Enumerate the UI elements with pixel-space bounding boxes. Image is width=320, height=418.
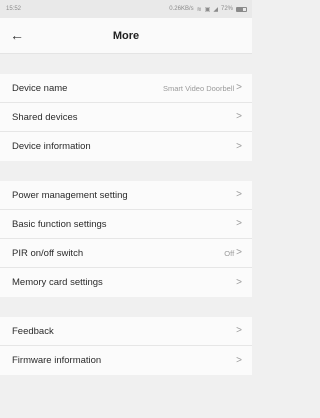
row-device-information[interactable]: Device information > bbox=[0, 132, 252, 161]
row-firmware-information[interactable]: Firmware information > bbox=[0, 346, 252, 375]
settings-group-support: Feedback > Firmware information > bbox=[0, 317, 252, 375]
row-label: Basic function settings bbox=[12, 218, 107, 230]
settings-group-functions: Power management setting > Basic functio… bbox=[0, 181, 252, 297]
sim-icon: ▣ bbox=[204, 6, 211, 13]
battery-fill bbox=[237, 7, 244, 11]
chevron-right-icon: > bbox=[236, 140, 242, 152]
row-label: Memory card settings bbox=[12, 277, 103, 288]
row-memory-card-settings[interactable]: Memory card settings > bbox=[0, 268, 252, 297]
row-label: PIR on/off switch bbox=[12, 247, 84, 259]
wifi-icon: ≋ bbox=[196, 6, 202, 13]
row-label: Device name bbox=[12, 82, 68, 94]
row-value: Smart Video Doorbell bbox=[163, 83, 235, 93]
status-time: 15:52 bbox=[6, 6, 22, 12]
chevron-right-icon: > bbox=[236, 189, 242, 200]
net-speed: 0.26KB/s bbox=[169, 6, 194, 12]
status-indicators: 0.26KB/s ≋ ▣ ◢ 72% bbox=[169, 6, 247, 13]
row-label: Power management setting bbox=[12, 189, 128, 201]
section-divider bbox=[0, 161, 252, 181]
chevron-right-icon: > bbox=[236, 82, 242, 93]
row-label: Firmware information bbox=[12, 355, 102, 366]
chevron-right-icon: > bbox=[236, 276, 242, 288]
row-label: Feedback bbox=[12, 325, 54, 337]
row-device-name[interactable]: Device name Smart Video Doorbell > bbox=[0, 74, 252, 103]
chevron-right-icon: > bbox=[236, 247, 242, 258]
row-label: Shared devices bbox=[12, 111, 78, 123]
row-shared-devices[interactable]: Shared devices > bbox=[0, 103, 252, 132]
chevron-right-icon: > bbox=[236, 325, 242, 336]
back-arrow-icon[interactable]: ← bbox=[10, 26, 24, 44]
chevron-right-icon: > bbox=[236, 111, 242, 122]
chevron-right-icon: > bbox=[236, 218, 242, 229]
battery-percent: 72% bbox=[220, 6, 233, 12]
page-title: More bbox=[112, 29, 140, 42]
row-feedback[interactable]: Feedback > bbox=[0, 317, 252, 346]
settings-group-device: Device name Smart Video Doorbell > Shared… bbox=[0, 74, 252, 161]
status-bar: 15:52 0.26KB/s ≋ ▣ ◢ 72% bbox=[0, 0, 252, 18]
battery-icon bbox=[236, 6, 247, 12]
section-divider bbox=[0, 297, 252, 317]
chevron-right-icon: > bbox=[236, 354, 242, 366]
row-value: Off bbox=[224, 248, 235, 258]
signal-icon: ◢ bbox=[213, 6, 218, 13]
row-power-management[interactable]: Power management setting > bbox=[0, 181, 252, 210]
header: ← More bbox=[0, 18, 252, 54]
section-divider bbox=[0, 54, 252, 74]
row-label: Device information bbox=[12, 141, 91, 152]
row-basic-function-settings[interactable]: Basic function settings > bbox=[0, 210, 252, 239]
row-pir-switch[interactable]: PIR on/off switch Off > bbox=[0, 239, 252, 268]
